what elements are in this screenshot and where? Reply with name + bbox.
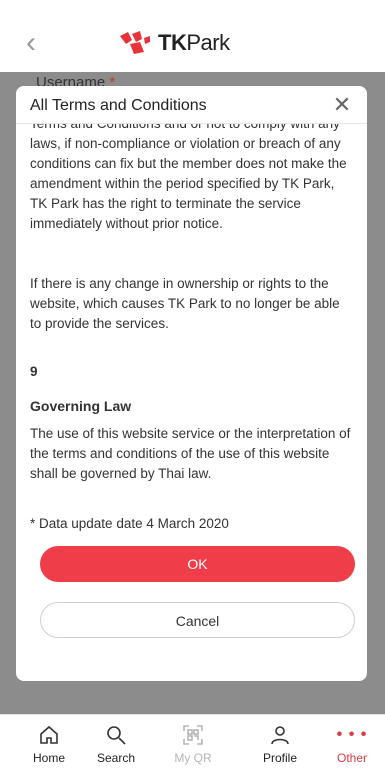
close-icon[interactable]: ✕ bbox=[329, 92, 355, 118]
logo-mark-icon bbox=[120, 31, 150, 54]
tab-other[interactable]: • • • Other bbox=[319, 723, 385, 765]
tab-home[interactable]: Home bbox=[16, 723, 82, 765]
terms-paragraph-1: laws, if non-compliance or violation or … bbox=[30, 136, 347, 231]
modal-title: All Terms and Conditions bbox=[30, 97, 207, 114]
profile-icon bbox=[271, 726, 289, 745]
tab-search[interactable]: Search bbox=[83, 723, 149, 765]
back-chevron-icon[interactable]: ‹ bbox=[26, 28, 46, 58]
tab-home-label: Home bbox=[32, 751, 65, 765]
tab-other-label: Other bbox=[336, 751, 367, 765]
modal-header: All Terms and Conditions ✕ bbox=[16, 86, 367, 124]
logo-park: Park bbox=[186, 30, 230, 55]
app-header: ‹ TKPark bbox=[0, 0, 385, 72]
search-icon bbox=[107, 726, 126, 745]
home-icon bbox=[40, 725, 58, 744]
clipped-line: Terms and Conditions and or not to compl… bbox=[30, 124, 353, 134]
ok-button[interactable]: OK bbox=[40, 546, 355, 582]
tab-search-label: Search bbox=[96, 751, 136, 765]
tkpark-logo: TKPark bbox=[118, 30, 230, 56]
terms-modal: All Terms and Conditions ✕ Terms and Con… bbox=[16, 86, 367, 681]
logo-text: TKPark bbox=[158, 30, 230, 56]
section-number: 9 bbox=[30, 364, 38, 379]
logo-tk: TK bbox=[158, 30, 187, 55]
section-text: The use of this website service or the i… bbox=[30, 426, 351, 481]
qr-code-icon bbox=[183, 725, 203, 745]
clipped-line-text: Terms and Conditions and or not to compl… bbox=[30, 124, 353, 134]
tab-profile[interactable]: Profile bbox=[247, 723, 313, 765]
terms-paragraph-2: If there is any change in ownership or r… bbox=[30, 276, 340, 331]
bottom-tab-bar: Home Search My QR Profile • • • Other bbox=[0, 714, 385, 781]
terms-scroll-content[interactable]: Terms and Conditions and or not to compl… bbox=[16, 124, 367, 534]
more-dots-icon: • • • bbox=[336, 726, 368, 743]
cancel-button[interactable]: Cancel bbox=[40, 602, 355, 638]
tab-my-qr-label: My QR bbox=[174, 751, 212, 765]
tab-profile-label: Profile bbox=[262, 751, 297, 765]
section-title: Governing Law bbox=[30, 398, 132, 414]
tab-my-qr[interactable]: My QR bbox=[160, 723, 226, 765]
data-update-note: * Data update date 4 March 2020 bbox=[30, 516, 229, 531]
